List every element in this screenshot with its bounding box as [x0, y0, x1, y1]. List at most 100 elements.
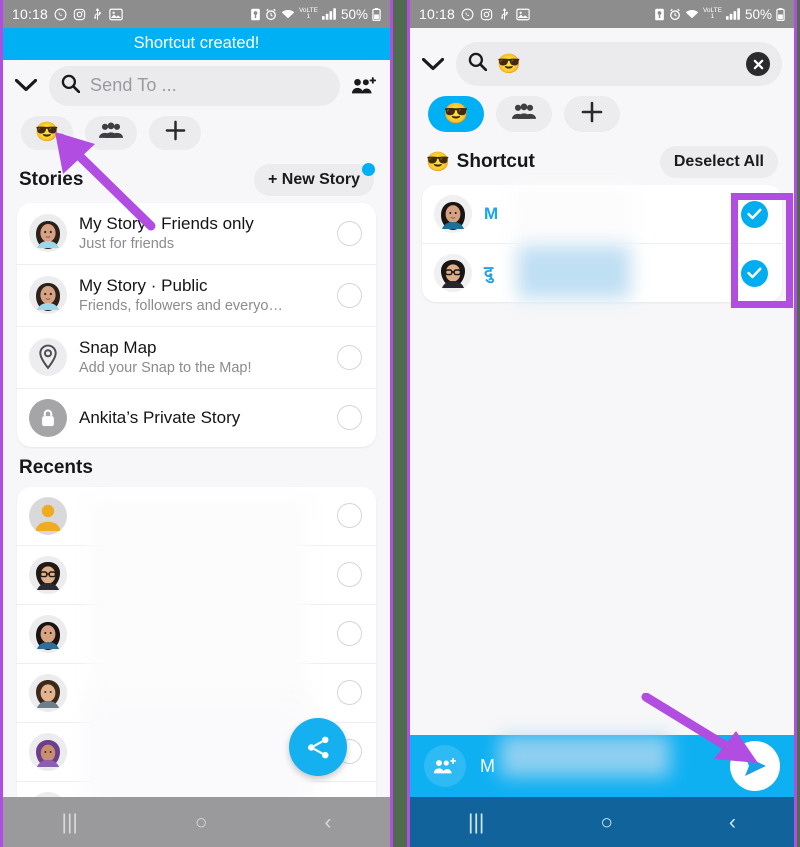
- story-row-private-story[interactable]: Ankita’s Private Story: [17, 389, 376, 447]
- instagram-icon: [480, 8, 493, 21]
- status-time: 10:18: [419, 6, 456, 22]
- right-chip-row: 😎: [410, 90, 794, 140]
- add-chip[interactable]: [564, 96, 620, 132]
- wifi-icon: [281, 8, 295, 20]
- share-button[interactable]: [289, 718, 347, 776]
- check-icon: [747, 267, 762, 279]
- groups-chip[interactable]: [85, 115, 137, 150]
- story-subtitle: Just for friends: [79, 235, 175, 252]
- toast-shortcut-created: Shortcut created!: [3, 28, 390, 60]
- new-story-button[interactable]: + New Story: [253, 162, 375, 196]
- shortcut-members-card: M दु: [422, 185, 782, 302]
- battery-icon: [372, 7, 381, 21]
- story-title: Snap Map: [79, 337, 157, 357]
- share-icon: [307, 736, 329, 758]
- recents-icon[interactable]: |||: [61, 812, 77, 833]
- battery-percent: 50%: [340, 6, 368, 22]
- signal-icon: [725, 8, 740, 20]
- back-icon[interactable]: ‹: [324, 812, 331, 833]
- add-group-icon[interactable]: [424, 745, 466, 787]
- shortcut-title: Shortcut: [456, 151, 535, 172]
- story-row-my-story-friends[interactable]: My Story · Friends only Just for friends: [17, 203, 376, 265]
- home-icon[interactable]: ○: [195, 812, 208, 833]
- list-item-radio[interactable]: [337, 680, 362, 706]
- status-bar-right-cluster: VoLTE 1 50%: [654, 7, 785, 22]
- send-bar: M: [410, 735, 794, 797]
- list-item-radio[interactable]: [337, 562, 362, 588]
- stories-section-header: Stories + New Story: [3, 158, 390, 203]
- avatar: [29, 276, 67, 315]
- check-icon: [747, 208, 762, 220]
- wifi-icon: [685, 8, 699, 20]
- recents-title: Recents: [19, 456, 93, 478]
- avatar: [29, 555, 67, 594]
- new-story-badge-dot: [362, 162, 375, 176]
- list-item-radio[interactable]: [337, 503, 362, 529]
- story-subtitle: Add your Snap to the Map!: [79, 359, 252, 376]
- alarm-icon: [265, 8, 277, 21]
- screenshot-icon: [109, 8, 123, 21]
- table-row[interactable]: दु: [422, 244, 782, 302]
- sunglasses-emoji-icon: 😎: [426, 151, 450, 173]
- add-group-icon[interactable]: [350, 76, 378, 96]
- list-item-radio[interactable]: [337, 621, 362, 647]
- story-subtitle: Friends, followers and everyo…: [79, 297, 283, 314]
- left-phone-panel: 10:18 VoLTE 1 50% Shortcut created! Send…: [0, 0, 393, 847]
- avatar: [434, 254, 472, 292]
- search-icon: [468, 52, 488, 76]
- story-row-my-story-public[interactable]: My Story · Public Friends, followers and…: [17, 265, 376, 327]
- avatar: [29, 732, 67, 771]
- clear-icon[interactable]: [746, 52, 770, 76]
- shortcut-section-header: 😎 Shortcut Deselect All: [410, 140, 794, 185]
- avatar: [434, 195, 472, 233]
- recents-card: [17, 486, 376, 840]
- story-select-radio[interactable]: [337, 405, 362, 431]
- left-search-row: Send To ...: [3, 60, 390, 110]
- back-icon[interactable]: ‹: [729, 812, 736, 833]
- story-select-radio[interactable]: [337, 282, 362, 308]
- search-input[interactable]: Send To ...: [49, 65, 340, 106]
- send-recipients: M: [480, 755, 495, 776]
- plus-icon: [581, 101, 603, 128]
- shortcut-emoji-chip[interactable]: 😎: [428, 96, 484, 132]
- table-row[interactable]: M: [422, 185, 782, 244]
- story-row-snap-map[interactable]: Snap Map Add your Snap to the Map!: [17, 327, 376, 389]
- status-bar-left-cluster: 10:18: [419, 6, 530, 22]
- sunglasses-emoji-icon: 😎: [443, 103, 469, 125]
- volte-icon: VoLTE 1: [298, 7, 318, 20]
- group-icon: [99, 122, 123, 144]
- story-select-radio[interactable]: [337, 344, 362, 370]
- left-chip-row: 😎: [3, 110, 390, 158]
- signal-icon: [321, 8, 336, 20]
- list-item[interactable]: [17, 546, 376, 605]
- groups-chip[interactable]: [496, 96, 552, 132]
- search-icon: [61, 74, 81, 98]
- search-input[interactable]: 😎: [456, 42, 782, 86]
- battery-percent: 50%: [744, 6, 772, 22]
- member-selected-checkbox[interactable]: [741, 200, 768, 228]
- new-story-label: + New Story: [267, 170, 360, 188]
- shortcut-title-group: 😎 Shortcut: [426, 151, 535, 173]
- chevron-down-icon[interactable]: [420, 51, 446, 77]
- status-bar-left-cluster: 10:18: [12, 6, 123, 22]
- chevron-down-icon[interactable]: [13, 73, 39, 99]
- usb-icon: [92, 7, 103, 21]
- list-item[interactable]: [17, 664, 376, 723]
- stories-card: My Story · Friends only Just for friends…: [17, 202, 376, 447]
- avatar: [29, 673, 67, 712]
- deselect-all-button[interactable]: Deselect All: [659, 146, 778, 178]
- sunglasses-emoji-icon: 😎: [35, 122, 59, 143]
- status-bar-right-cluster: VoLTE 1 50%: [250, 7, 381, 22]
- add-chip[interactable]: [149, 115, 201, 150]
- whatsapp-icon: [54, 8, 67, 21]
- story-select-radio[interactable]: [337, 220, 362, 246]
- member-selected-checkbox[interactable]: [741, 259, 768, 287]
- list-item[interactable]: [17, 487, 376, 546]
- recents-icon[interactable]: |||: [468, 812, 484, 833]
- shortcut-emoji-chip[interactable]: 😎: [21, 115, 73, 150]
- home-icon[interactable]: ○: [600, 812, 613, 833]
- lock-icon: [29, 398, 67, 437]
- list-item[interactable]: [17, 605, 376, 664]
- sim-icon: [654, 8, 665, 21]
- send-button[interactable]: [730, 741, 780, 791]
